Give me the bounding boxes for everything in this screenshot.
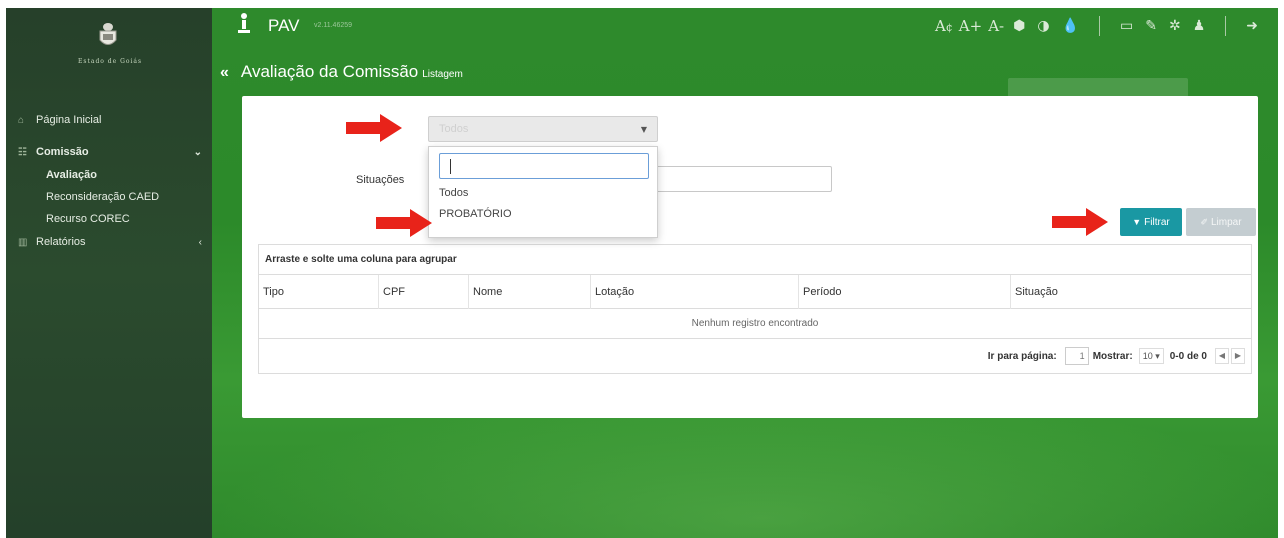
column-header-nome[interactable]: Nome [469, 275, 591, 309]
page-subtitle: Listagem [422, 69, 463, 80]
group-drop-area[interactable]: Arraste e solte uma coluna para agrupar [259, 245, 1251, 275]
background-button [1008, 78, 1188, 98]
toolbar-divider [1099, 16, 1100, 36]
show-label: Mostrar: [1092, 350, 1133, 362]
clear-button-label: Limpar [1210, 216, 1242, 228]
bar-chart-icon: ▥ [18, 236, 28, 248]
sidebar-item-label: Comissão [36, 146, 89, 158]
pager: Ir para página: 1 Mostrar: 10 ▾ 0-0 de 0… [259, 339, 1251, 373]
sidebar-item-label: Relatórios [36, 236, 86, 248]
caret-down-icon: ▼ [640, 125, 647, 134]
select-dropdown: Todos PROBATÓRIO [428, 146, 658, 238]
column-header-situacao[interactable]: Situação [1011, 275, 1251, 309]
font-decrease-button[interactable]: A- [988, 17, 1004, 35]
sidebar-subitem-reconsideracao[interactable]: Reconsideração CAED [6, 186, 212, 208]
pager-controls: Ir para página: 1 Mostrar: 10 ▾ 0-0 de 0… [988, 347, 1245, 365]
toolbar-divider [1225, 16, 1227, 36]
column-header-tipo[interactable]: Tipo [259, 275, 379, 309]
sidebar-nav: ⌂ Página Inicial ☷ Comissão ⌄ Avaliação … [6, 108, 212, 254]
text-cursor [450, 159, 451, 174]
crest-icon [97, 22, 119, 50]
sidebar-item-comissao[interactable]: ☷ Comissão ⌄ [6, 140, 212, 164]
app-frame: Estado de Goiás ⌂ Página Inicial ☷ Comis… [6, 8, 1278, 538]
results-grid: Arraste e solte uma coluna para agrupar … [258, 244, 1252, 374]
page-size-select[interactable]: 10 ▾ [1138, 348, 1164, 364]
sidebar-subitem-avaliacao[interactable]: Avaliação [6, 164, 212, 186]
user-icon[interactable]: ♟ [1193, 18, 1206, 34]
app-version: v2.11.46259 [314, 22, 353, 29]
filter-button[interactable]: ▼ Filtrar [1120, 208, 1182, 236]
collapse-sidebar-button[interactable]: « [220, 64, 229, 82]
page-header: « Avaliação da Comissão Listagem [220, 62, 463, 82]
logo-text: Estado de Goiás [78, 58, 143, 65]
monitor-icon[interactable]: ▭ [1120, 18, 1133, 34]
empty-message: Nenhum registro encontrado [259, 309, 1251, 339]
table-header: Tipo CPF Nome Lotação Período Situação [259, 275, 1251, 309]
sidebar-item-home[interactable]: ⌂ Página Inicial [6, 108, 212, 132]
filter-button-label: Filtrar [1144, 216, 1170, 228]
sidebar-item-label: Página Inicial [36, 114, 102, 126]
clear-button[interactable]: ✐ Limpar [1186, 208, 1256, 236]
column-header-periodo[interactable]: Período [799, 275, 1011, 309]
drop-icon[interactable]: 💧 [1062, 18, 1079, 34]
column-header-cpf[interactable]: CPF [379, 275, 469, 309]
gear-icon[interactable]: ✲ [1169, 18, 1181, 34]
person-icon [236, 12, 252, 34]
dropdown-option-probatorio[interactable]: PROBATÓRIO [439, 208, 512, 220]
column-header-lotacao[interactable]: Lotação [591, 275, 799, 309]
next-page-button[interactable]: ▶ [1231, 348, 1245, 364]
topbar: PAV v2.11.46259 A¢ A+ A- ⬢ ◑ 💧 ▭ ✎ ✲ ♟ ➜ [212, 8, 1278, 44]
dropdown-option-todos[interactable]: Todos [439, 187, 468, 199]
record-count: 0-0 de 0 [1169, 350, 1207, 362]
dropdown-search-input[interactable] [439, 153, 649, 179]
prev-page-button[interactable]: ◀ [1215, 348, 1229, 364]
annotation-arrow [376, 209, 432, 237]
annotation-arrow [1052, 208, 1108, 236]
situacoes-input[interactable] [652, 166, 832, 192]
filter-icon: ▼ [1132, 217, 1142, 227]
situacoes-label: Situações [356, 174, 405, 186]
logout-icon[interactable]: ➜ [1246, 18, 1258, 34]
page-title: Avaliação da Comissão [240, 62, 419, 81]
content-panel: Todos ▼ Situações Todos PROBATÓRIO ▼ Fil… [242, 96, 1258, 418]
group-icon: ☷ [18, 146, 27, 158]
font-normal-button[interactable]: A¢ [935, 17, 953, 35]
sidebar-item-relatorios[interactable]: ▥ Relatórios ‹ [6, 230, 212, 254]
font-increase-button[interactable]: A+ [959, 17, 982, 35]
text-size-icon: ¢ [945, 21, 953, 34]
sidebar: Estado de Goiás ⌂ Página Inicial ☷ Comis… [6, 8, 212, 538]
contrast-icon[interactable]: ◑ [1037, 18, 1049, 34]
sidebar-subitem-recurso[interactable]: Recurso COREC [6, 208, 212, 230]
situacao-select[interactable]: Todos ▼ [428, 116, 658, 142]
brush-icon[interactable]: ✎ [1145, 18, 1157, 34]
annotation-arrow [346, 114, 402, 142]
logo: Estado de Goiás [78, 22, 143, 72]
chevron-left-icon: ‹ [198, 236, 202, 248]
eraser-icon: ✐ [1200, 216, 1208, 227]
accessibility-toolbar: A¢ A+ A- ⬢ ◑ 💧 ▭ ✎ ✲ ♟ ➜ [932, 14, 1264, 38]
chevron-down-icon: ⌄ [193, 146, 202, 158]
select-value: Todos [439, 123, 469, 135]
group-hint: Arraste e solte uma coluna para agrupar [265, 254, 457, 265]
goto-page-label: Ir para página: [987, 350, 1057, 362]
app-title: PAV [268, 16, 300, 35]
cube-icon[interactable]: ⬢ [1013, 18, 1025, 34]
page-number-input[interactable]: 1 [1064, 347, 1089, 365]
home-icon: ⌂ [18, 114, 25, 126]
